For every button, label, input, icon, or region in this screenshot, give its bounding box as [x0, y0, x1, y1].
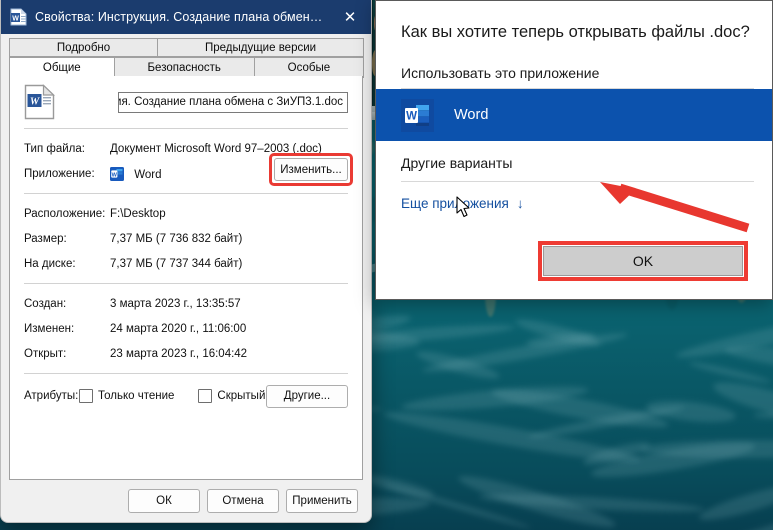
accessed-label: Открыт: [24, 347, 67, 360]
location-size-group: Расположение: F:\Desktop Размер: 7,37 МБ… [24, 194, 348, 283]
advanced-attributes-button[interactable]: Другие... [266, 384, 348, 408]
advanced-attributes-label: Другие... [283, 390, 331, 402]
svg-text:W: W [112, 172, 118, 178]
cancel-button-label: Отмена [222, 495, 264, 507]
general-tab-panel: W Инструкция. Создание плана обмена с Зи… [9, 76, 363, 480]
ok-button[interactable]: ОК [128, 489, 200, 513]
location-row: Расположение: F:\Desktop [24, 201, 348, 226]
cancel-button[interactable]: Отмена [207, 489, 279, 513]
filename-row: W Инструкция. Создание плана обмена с Зи… [24, 76, 348, 128]
close-icon[interactable]: ✕ [329, 0, 371, 34]
tab-security-label: Безопасность [147, 62, 221, 74]
tab-previous-versions[interactable]: Предыдущие версии [157, 38, 364, 57]
open-with-dialog: Как вы хотите теперь открывать файлы .do… [375, 0, 773, 300]
word-app-icon: W [401, 98, 434, 132]
hidden-label: Скрытый [217, 390, 266, 402]
change-app-button[interactable]: Изменить... [274, 158, 348, 181]
open-with-app-name: Word [134, 168, 162, 181]
open-with-ok-label: OK [632, 253, 654, 269]
ok-button-label: ОК [156, 495, 172, 507]
tab-custom-label: Особые [287, 62, 331, 74]
svg-text:W: W [12, 16, 19, 23]
app-list-item-word[interactable]: W Word [376, 89, 772, 142]
svg-text:W: W [30, 97, 40, 108]
app-name-word: Word [454, 107, 489, 124]
open-with-label: Приложение: [24, 167, 95, 180]
more-options-label: Другие варианты [401, 155, 513, 172]
open-with-question: Как вы хотите теперь открывать файлы .do… [401, 23, 750, 41]
properties-window-title: Свойства: Инструкция. Создание плана обм… [35, 10, 329, 24]
size-value: 7,37 МБ (7 736 832 байт) [110, 232, 243, 245]
word-app-icon: W [110, 166, 124, 181]
word-document-icon: W [24, 84, 56, 120]
location-value: F:\Desktop [110, 207, 166, 220]
size-on-disk-label: На диске: [24, 257, 76, 270]
size-label: Размер: [24, 232, 67, 245]
apply-button-label: Применить [292, 495, 352, 507]
file-properties-window: W Свойства: Инструкция. Создание плана о… [0, 0, 372, 523]
created-label: Создан: [24, 297, 67, 310]
properties-title-bar: W Свойства: Инструкция. Создание плана о… [1, 0, 371, 34]
tab-previous-versions-label: Предыдущие версии [204, 41, 317, 54]
created-value: 3 марта 2023 г., 13:35:57 [110, 297, 241, 310]
svg-text:W: W [406, 110, 417, 122]
word-document-icon: W [10, 8, 27, 26]
apply-button[interactable]: Применить [286, 489, 358, 513]
open-with-ok-button[interactable]: OK [543, 246, 743, 276]
size-on-disk-row: На диске: 7,37 МБ (7 737 344 байт) [24, 251, 348, 276]
more-apps-link[interactable]: Еще приложения ↓ [376, 182, 772, 211]
tab-general-label: Общие [42, 62, 81, 74]
change-app-button-container: Изменить... [269, 153, 353, 186]
hidden-checkbox[interactable] [198, 389, 213, 403]
divider [24, 373, 348, 374]
accessed-row: Открыт: 23 марта 2023 г., 16:04:42 [24, 341, 348, 366]
properties-footer: ОК Отмена Применить [1, 480, 371, 513]
tab-general[interactable]: Общие [9, 57, 115, 78]
filename-input[interactable]: Инструкция. Создание плана обмена с ЗиУП… [118, 91, 348, 113]
readonly-label: Только чтение [98, 390, 175, 402]
dates-group: Создан: 3 марта 2023 г., 13:35:57 Измене… [24, 284, 348, 373]
modified-row: Изменен: 24 марта 2020 г., 11:06:00 [24, 316, 348, 341]
tab-details[interactable]: Подробно [9, 38, 159, 57]
created-row: Создан: 3 марта 2023 г., 13:35:57 [24, 291, 348, 316]
tab-details-label: Подробно [56, 41, 111, 54]
accessed-value: 23 марта 2023 г., 16:04:42 [110, 347, 248, 360]
tab-security[interactable]: Безопасность [113, 57, 255, 78]
properties-tab-strip: Подробно Предыдущие версии Общие Безопас… [1, 34, 371, 78]
modified-value: 24 марта 2020 г., 11:06:00 [110, 322, 247, 335]
chevron-down-icon: ↓ [516, 196, 524, 212]
use-this-app-label: Использовать это приложение [401, 65, 600, 82]
more-apps-label: Еще приложения [401, 196, 509, 212]
location-label: Расположение: [24, 207, 106, 220]
file-type-label: Тип файла: [24, 142, 85, 155]
tab-custom[interactable]: Особые [253, 57, 364, 78]
ok-button-container: OK [538, 241, 748, 281]
tab-row-upper: Подробно Предыдущие версии [9, 38, 364, 57]
tab-row-lower: Общие Безопасность Особые [9, 57, 364, 78]
attributes-label: Атрибуты: [24, 390, 79, 402]
size-row: Размер: 7,37 МБ (7 736 832 байт) [24, 226, 348, 251]
attributes-row: Атрибуты: Только чтение Скрытый Другие..… [24, 383, 348, 409]
modified-label: Изменен: [24, 322, 75, 335]
size-on-disk-value: 7,37 МБ (7 737 344 байт) [110, 257, 243, 270]
readonly-checkbox[interactable] [79, 389, 93, 403]
change-app-button-label: Изменить... [280, 163, 342, 176]
file-type-value: Документ Microsoft Word 97–2003 (.doc) [110, 142, 322, 155]
